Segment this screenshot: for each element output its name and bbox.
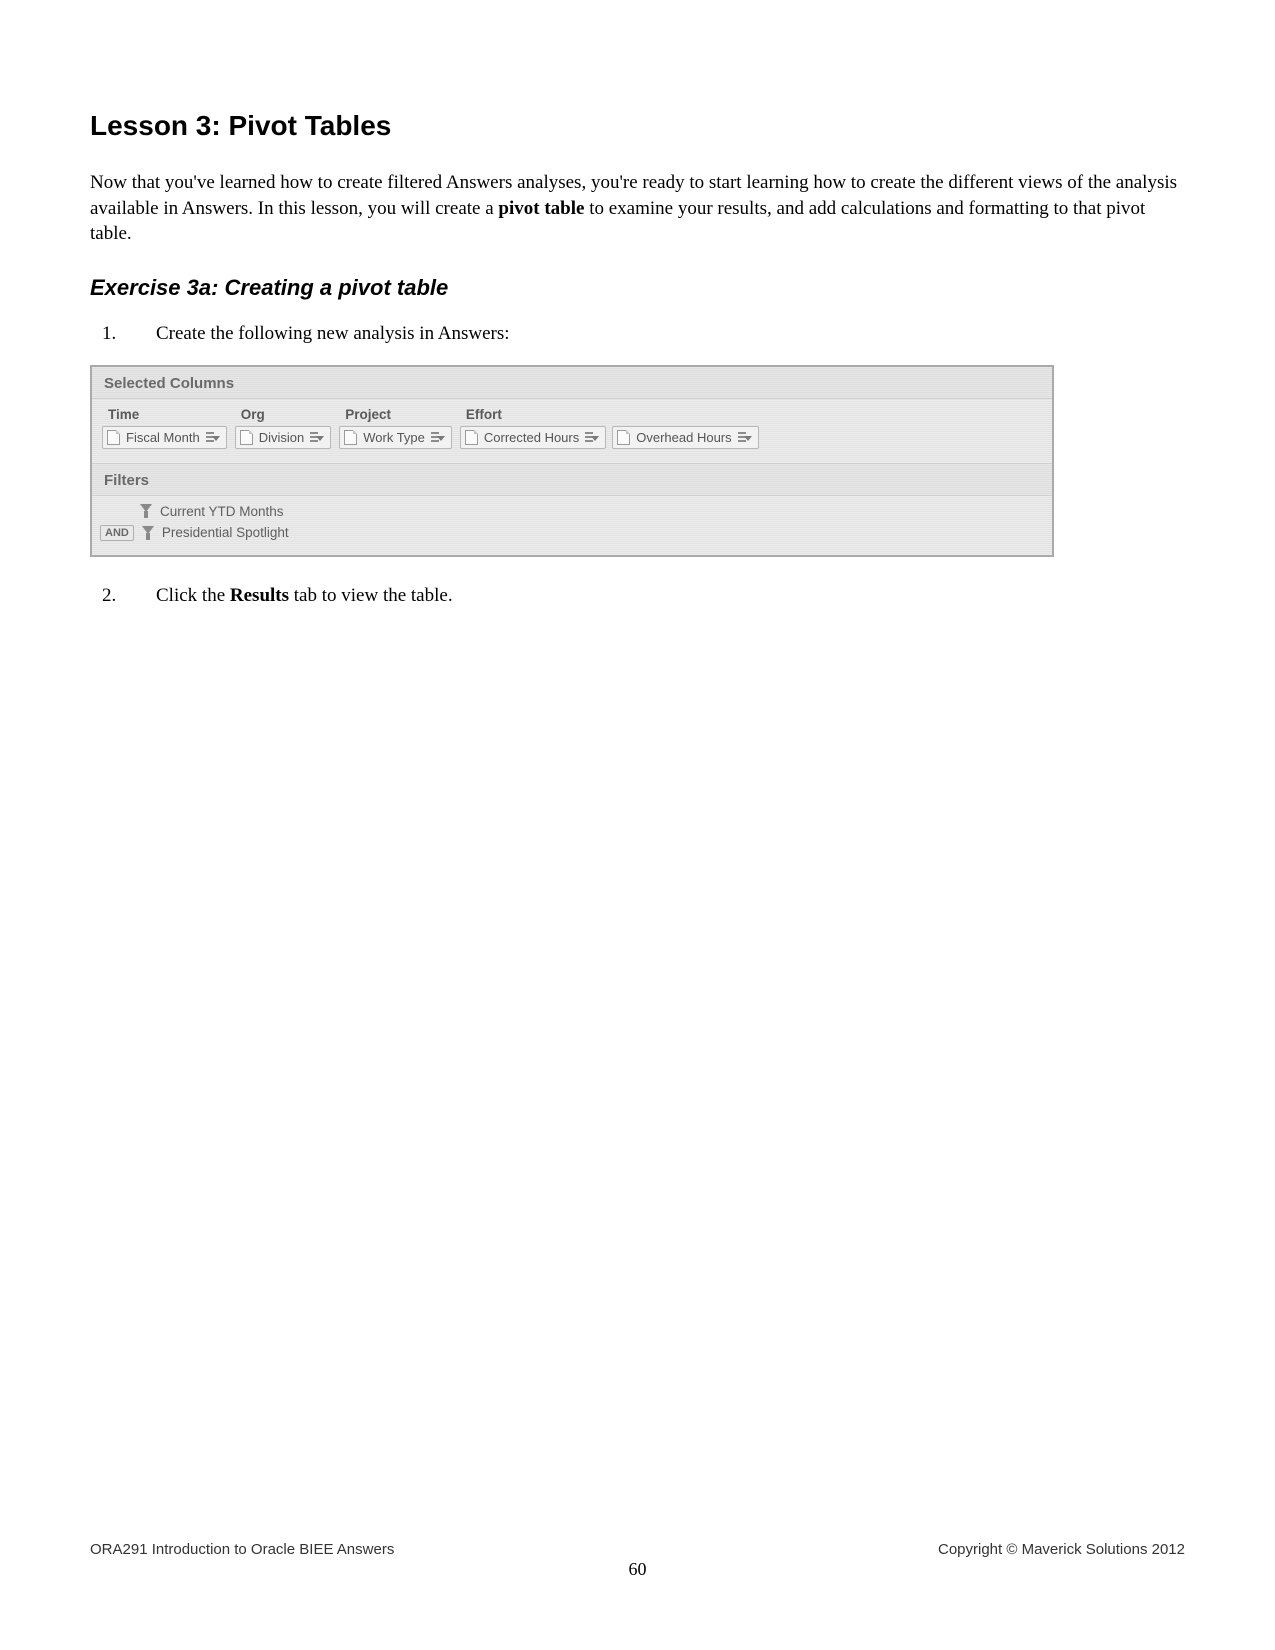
- page-number: 60: [0, 1559, 1275, 1580]
- filter-text: Current YTD Months: [160, 504, 284, 519]
- group-label: Project: [339, 407, 452, 422]
- column-chip-label: Division: [259, 430, 305, 445]
- column-chip-division[interactable]: Division: [235, 426, 332, 449]
- options-icon[interactable]: [738, 432, 752, 442]
- step-2-a: Click the: [156, 585, 230, 606]
- filter-icon: [140, 504, 152, 518]
- column-group-effort: Effort Corrected Hours Overhead Hours: [460, 407, 759, 449]
- step-2-text: Click the Results tab to view the table.: [156, 585, 1185, 607]
- column-icon: [107, 430, 120, 445]
- intro-paragraph: Now that you've learned how to create fi…: [90, 170, 1185, 247]
- column-icon: [240, 430, 253, 445]
- footer-left: ORA291 Introduction to Oracle BIEE Answe…: [90, 1541, 394, 1558]
- column-icon: [617, 430, 630, 445]
- column-group-project: Project Work Type: [339, 407, 452, 449]
- column-chip-overhead-hours[interactable]: Overhead Hours: [612, 426, 758, 449]
- column-chip-work-type[interactable]: Work Type: [339, 426, 452, 449]
- selected-columns-panel: Selected Columns Time Fiscal Month: [92, 367, 1052, 463]
- filters-panel: Filters Current YTD Months AND President…: [92, 463, 1052, 555]
- column-group-time: Time Fiscal Month: [102, 407, 227, 449]
- column-chip-label: Fiscal Month: [126, 430, 200, 445]
- column-chip-fiscal-month[interactable]: Fiscal Month: [102, 426, 227, 449]
- group-label: Effort: [460, 407, 759, 422]
- options-icon[interactable]: [585, 432, 599, 442]
- column-chip-label: Overhead Hours: [636, 430, 731, 445]
- column-icon: [344, 430, 357, 445]
- filter-row[interactable]: Current YTD Months: [102, 504, 1042, 519]
- group-label: Time: [102, 407, 227, 422]
- filter-row[interactable]: AND Presidential Spotlight: [102, 525, 1042, 541]
- column-group-org: Org Division: [235, 407, 332, 449]
- column-chip-label: Corrected Hours: [484, 430, 579, 445]
- filters-header: Filters: [92, 464, 1052, 496]
- filter-icon: [142, 526, 154, 540]
- options-icon[interactable]: [310, 432, 324, 442]
- column-chip-corrected-hours[interactable]: Corrected Hours: [460, 426, 606, 449]
- options-icon[interactable]: [431, 432, 445, 442]
- lesson-title: Lesson 3: Pivot Tables: [90, 110, 1185, 142]
- group-label: Org: [235, 407, 332, 422]
- filter-text: Presidential Spotlight: [162, 525, 289, 540]
- filter-operator-and[interactable]: AND: [100, 525, 134, 541]
- exercise-title: Exercise 3a: Creating a pivot table: [90, 275, 1185, 301]
- step-2-bold-results: Results: [230, 585, 289, 606]
- selected-columns-header: Selected Columns: [92, 367, 1052, 399]
- step-2-b: tab to view the table.: [289, 585, 453, 606]
- column-icon: [465, 430, 478, 445]
- intro-bold-pivot-table: pivot table: [498, 198, 584, 219]
- footer-right: Copyright © Maverick Solutions 2012: [938, 1541, 1185, 1558]
- step-1-text: Create the following new analysis in Ans…: [156, 323, 1185, 345]
- answers-criteria-screenshot: Selected Columns Time Fiscal Month: [90, 365, 1054, 557]
- options-icon[interactable]: [206, 432, 220, 442]
- column-chip-label: Work Type: [363, 430, 425, 445]
